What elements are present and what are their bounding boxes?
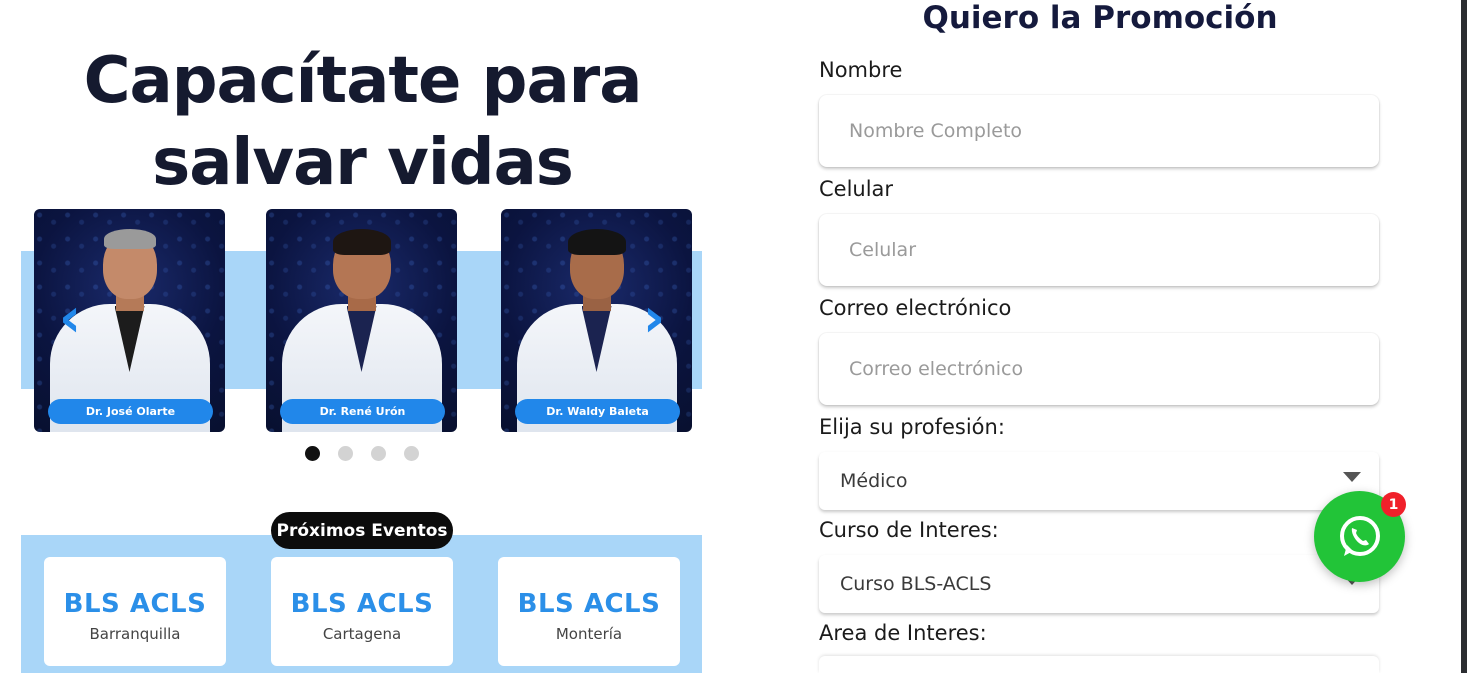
- event-card[interactable]: BLS ACLS Cartagena: [271, 557, 453, 666]
- carousel-prev-button[interactable]: ‹: [52, 291, 88, 349]
- email-label: Correo electrónico: [819, 296, 1012, 320]
- carousel-next-button[interactable]: ›: [636, 291, 672, 349]
- hero-title-line2: salvar vidas: [152, 126, 574, 200]
- pagination-dot-3[interactable]: [371, 446, 386, 461]
- event-city: Montería: [555, 625, 623, 643]
- pagination-dot-4[interactable]: [404, 446, 419, 461]
- event-city: Barranquilla: [89, 625, 181, 643]
- chevron-right-icon: ›: [642, 286, 666, 349]
- area-select[interactable]: [819, 656, 1379, 673]
- carousel-pagination: [305, 446, 419, 461]
- events-heading: Próximos Eventos: [271, 512, 453, 549]
- pagination-dot-1[interactable]: [305, 446, 320, 461]
- profession-label: Elija su profesión:: [819, 415, 1005, 439]
- window-edge: [1461, 0, 1467, 673]
- page: Capacítate para salvar vidas Dr. José Ol…: [0, 0, 1467, 673]
- form-title: Quiero la Promoción: [922, 0, 1278, 36]
- email-field[interactable]: [819, 333, 1379, 405]
- event-city: Cartagena: [322, 625, 402, 643]
- area-label: Area de Interes:: [819, 621, 987, 645]
- phone-input[interactable]: [819, 214, 1379, 286]
- doctor-name-badge: Dr. Waldy Baleta: [515, 399, 680, 424]
- name-field[interactable]: [819, 95, 1379, 167]
- notification-badge: 1: [1381, 492, 1406, 517]
- doctor-name-badge: Dr. René Urón: [280, 399, 445, 424]
- profession-value: Médico: [840, 470, 908, 492]
- carousel-slide[interactable]: Dr. René Urón: [266, 209, 457, 432]
- name-label: Nombre: [819, 58, 903, 82]
- course-select[interactable]: Curso BLS-ACLS: [819, 555, 1379, 613]
- email-input[interactable]: [819, 333, 1379, 405]
- event-card[interactable]: BLS ACLS Montería: [498, 557, 680, 666]
- whatsapp-icon: [1339, 515, 1380, 556]
- profession-select[interactable]: Médico: [819, 452, 1379, 510]
- chevron-left-icon: ‹: [58, 286, 82, 349]
- name-input[interactable]: [819, 95, 1379, 167]
- course-value: Curso BLS-ACLS: [840, 573, 992, 595]
- event-title: BLS ACLS: [63, 589, 207, 619]
- phone-label: Celular: [819, 177, 894, 201]
- hero-title-line1: Capacítate para: [83, 44, 643, 118]
- doctor-name-badge: Dr. José Olarte: [48, 399, 213, 424]
- event-title: BLS ACLS: [517, 589, 661, 619]
- hero-title: Capacítate para salvar vidas: [40, 40, 685, 204]
- phone-field[interactable]: [819, 214, 1379, 286]
- event-card[interactable]: BLS ACLS Barranquilla: [44, 557, 226, 666]
- chevron-down-icon: [1343, 472, 1361, 482]
- pagination-dot-2[interactable]: [338, 446, 353, 461]
- course-label: Curso de Interes:: [819, 518, 999, 542]
- event-title: BLS ACLS: [290, 589, 434, 619]
